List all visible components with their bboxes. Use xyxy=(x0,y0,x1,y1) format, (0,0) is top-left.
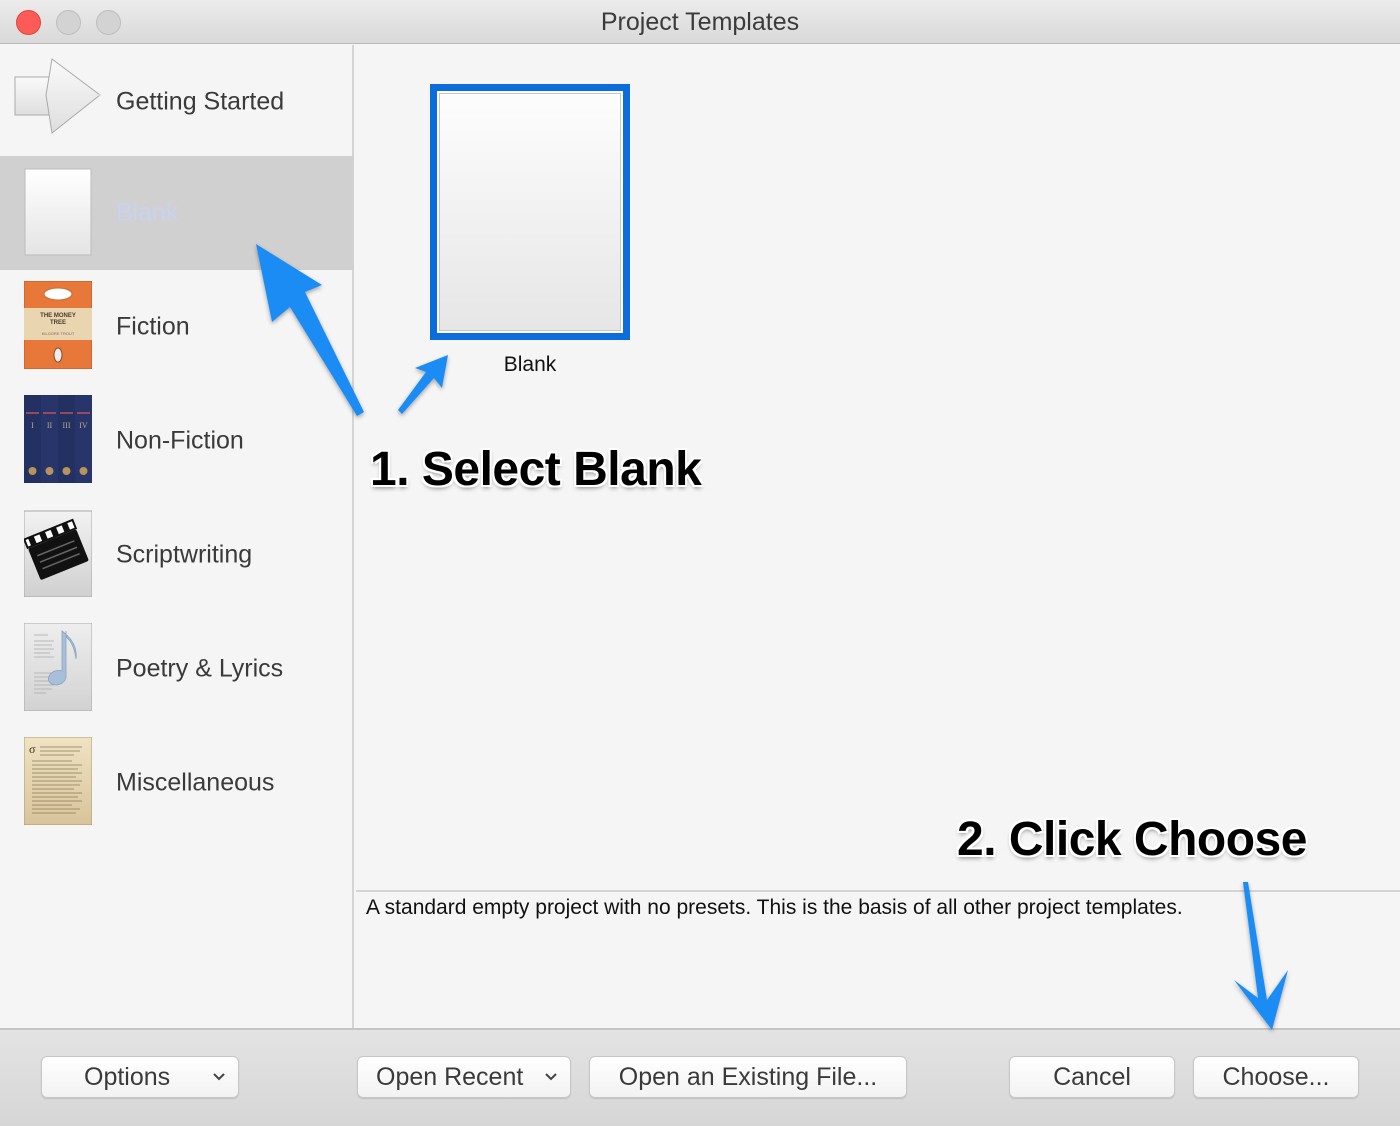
cancel-button[interactable]: Cancel xyxy=(1009,1056,1175,1098)
fiction-icon-author: KILGORE TROUT xyxy=(42,331,75,336)
parchment-page-icon: σ xyxy=(24,737,92,825)
fiction-book-icon: THE MONEY TREE KILGORE TROUT xyxy=(24,281,92,369)
sidebar-item-scriptwriting[interactable]: Scriptwriting xyxy=(0,498,354,612)
blank-page-icon xyxy=(24,168,92,256)
volume-label: IV xyxy=(79,421,88,430)
title-bar: Project Templates xyxy=(0,0,1400,44)
volume-label: II xyxy=(47,421,53,430)
sidebar-item-label: Blank xyxy=(116,198,179,227)
sidebar-item-blank[interactable]: Blank xyxy=(0,156,354,270)
step-2-annotation: 2. Click Choose xyxy=(957,813,1307,866)
sidebar-item-label: Miscellaneous xyxy=(116,768,275,797)
fiction-icon-title: THE MONEY xyxy=(40,313,76,319)
open-existing-button-label: Open an Existing File... xyxy=(618,1062,878,1091)
blank-page-thumbnail xyxy=(439,93,621,331)
volume-label: III xyxy=(63,421,71,430)
svg-text:σ: σ xyxy=(29,742,36,756)
fiction-icon-title-2: TREE xyxy=(50,320,66,326)
clapperboard-icon xyxy=(24,510,92,597)
sidebar-item-poetry-lyrics[interactable]: Poetry & Lyrics xyxy=(0,612,354,726)
options-button-label: Options xyxy=(84,1062,171,1091)
sidebar-item-miscellaneous[interactable]: σ Miscellaneous xyxy=(0,726,354,840)
sidebar-item-label: Non-Fiction xyxy=(116,426,244,455)
sidebar-item-label: Fiction xyxy=(116,312,190,341)
bottom-button-bar: Options Open Recent Open an Existing Fil… xyxy=(0,1028,1400,1126)
sidebar-item-getting-started[interactable]: Getting Started xyxy=(0,45,354,159)
sidebar-item-label: Scriptwriting xyxy=(116,540,253,569)
step-1-annotation: 1. Select Blank xyxy=(370,443,702,496)
window-title: Project Templates xyxy=(600,8,800,36)
sidebar-item-label: Poetry & Lyrics xyxy=(116,654,284,683)
open-existing-file-button[interactable]: Open an Existing File... xyxy=(589,1056,907,1098)
chevron-down-icon xyxy=(213,1073,225,1081)
choose-button[interactable]: Choose... xyxy=(1193,1056,1359,1098)
cancel-button-label: Cancel xyxy=(1053,1062,1131,1091)
music-note-page-icon xyxy=(24,623,92,711)
arrow-right-icon xyxy=(14,58,101,134)
project-templates-window: Project Templates Getting Started Blank … xyxy=(0,0,1400,1126)
template-tile-blank[interactable] xyxy=(430,84,630,340)
open-recent-popup-button[interactable]: Open Recent xyxy=(357,1056,571,1098)
chevron-down-icon xyxy=(545,1073,557,1081)
sidebar-item-fiction[interactable]: THE MONEY TREE KILGORE TROUT Fiction xyxy=(0,270,354,384)
options-popup-button[interactable]: Options xyxy=(41,1056,239,1098)
choose-button-label: Choose... xyxy=(1222,1062,1330,1091)
template-category-sidebar: Getting Started Blank THE MONEY TREE KIL… xyxy=(0,45,354,1028)
sidebar-item-non-fiction[interactable]: I II III IV Non-Fiction xyxy=(0,384,354,498)
template-description-pane: A standard empty project with no presets… xyxy=(356,890,1400,1028)
template-tile-label: Blank xyxy=(503,353,557,376)
template-description: A standard empty project with no presets… xyxy=(366,896,1183,919)
sidebar-item-label: Getting Started xyxy=(116,87,285,116)
encyclopedia-volumes-icon: I II III IV xyxy=(24,395,92,483)
volume-label: I xyxy=(31,421,34,430)
open-recent-button-label: Open Recent xyxy=(376,1062,524,1091)
